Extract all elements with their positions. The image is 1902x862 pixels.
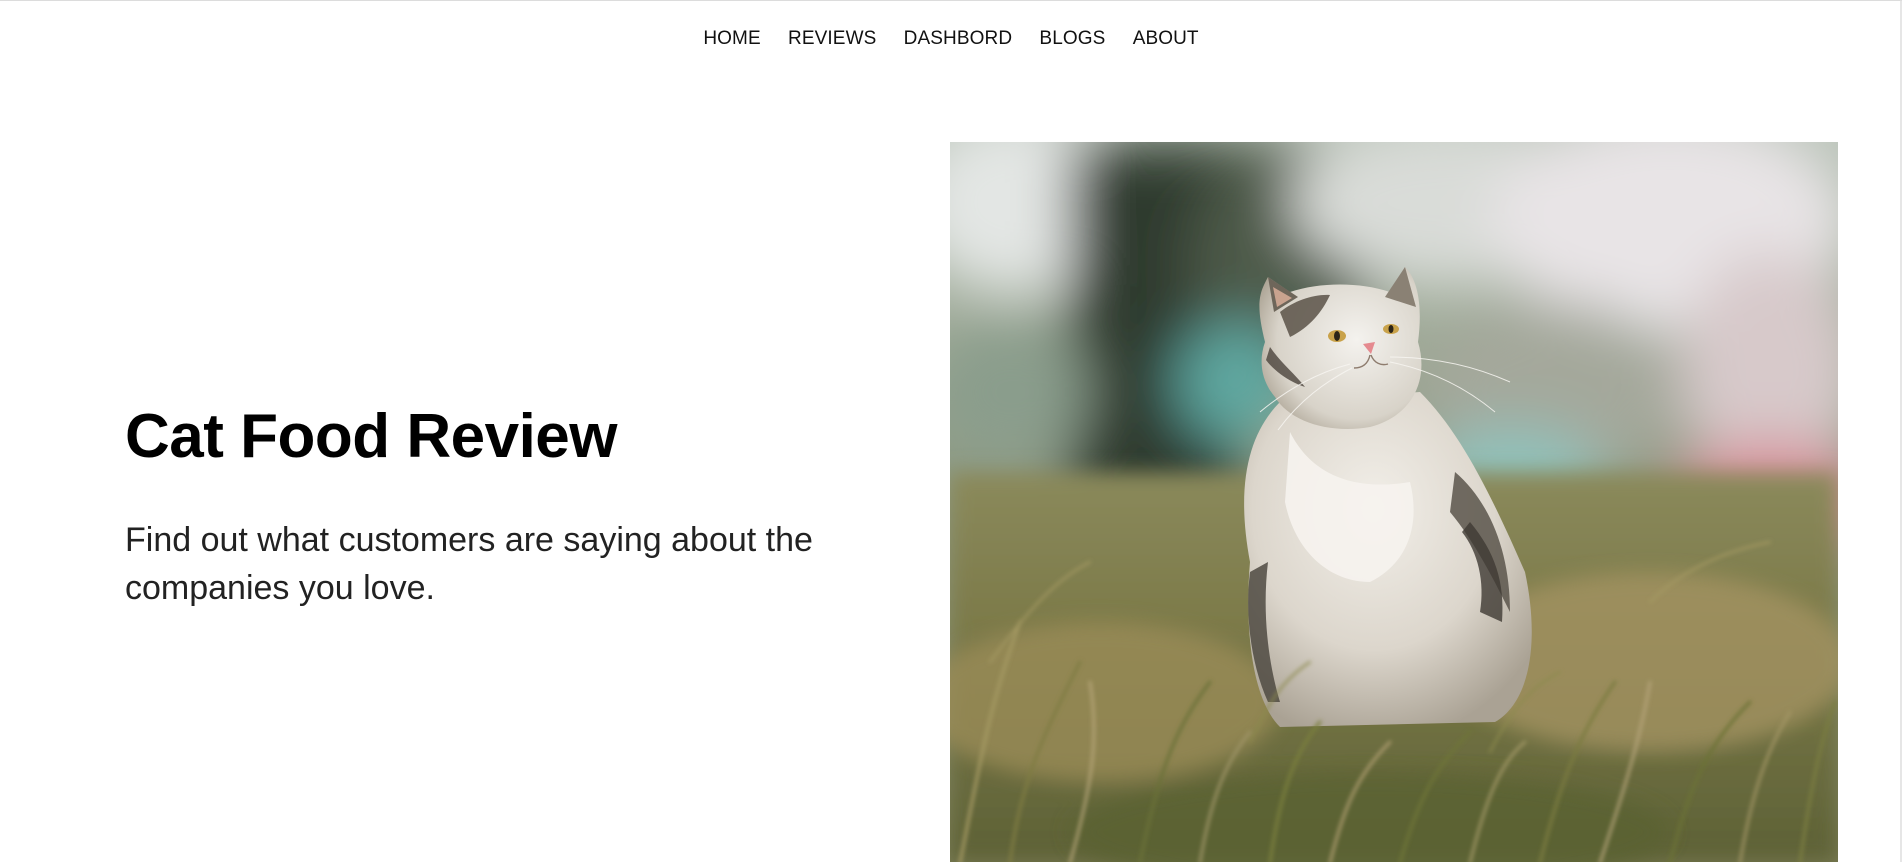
top-navigation: HOME REVIEWS DASHBORD BLOGS ABOUT — [0, 28, 1902, 50]
nav-blogs-link[interactable]: BLOGS — [1039, 28, 1105, 50]
hero-text-block: Cat Food Review Find out what customers … — [125, 401, 845, 612]
nav-home-link[interactable]: HOME — [703, 28, 760, 50]
nav-dashbord-link[interactable]: DASHBORD — [904, 28, 1012, 50]
nav-about-link[interactable]: ABOUT — [1133, 28, 1199, 50]
hero-title: Cat Food Review — [125, 402, 618, 471]
hero-cat-photo — [950, 142, 1838, 862]
cat-photo-illustration — [950, 142, 1838, 862]
hero-subtitle: Find out what customers are saying about… — [125, 521, 813, 608]
page: HOME REVIEWS DASHBORD BLOGS ABOUT Cat Fo… — [0, 0, 1902, 862]
nav-reviews-link[interactable]: REVIEWS — [788, 28, 876, 50]
